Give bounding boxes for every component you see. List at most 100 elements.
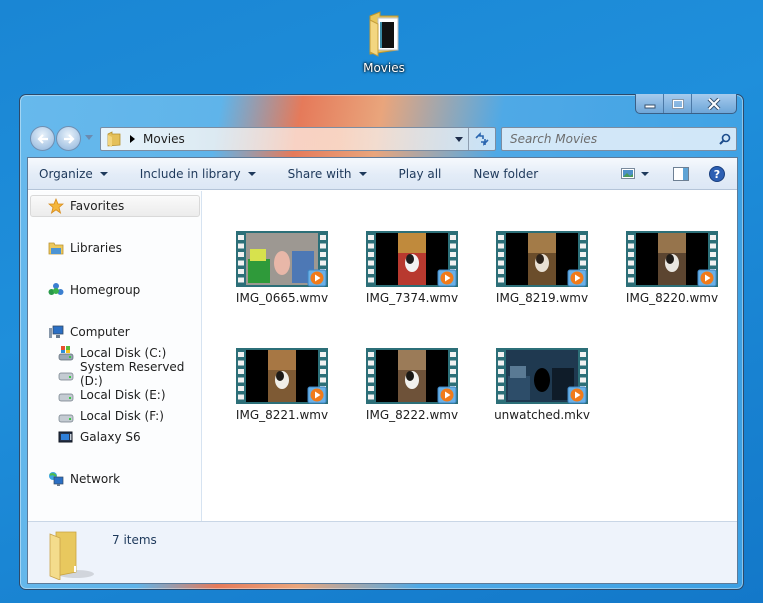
nav-item-local-disk-e[interactable]: Local Disk (E:): [58, 385, 166, 405]
file-list: IMG_0665.wmv IMG_7374.wmv IMG_8219.wmv I…: [202, 191, 737, 522]
chevron-down-icon: [358, 171, 367, 176]
film-perforation: [710, 235, 716, 240]
minimize-icon: [644, 104, 655, 108]
video-thumbnail: [496, 348, 588, 404]
film-perforation: [450, 243, 456, 249]
file-item[interactable]: IMG_8220.wmv: [616, 231, 728, 305]
organize-label: Organize: [39, 166, 93, 181]
film-perforation: [320, 360, 326, 366]
film-perforation: [450, 235, 456, 240]
nav-label: Libraries: [70, 241, 122, 255]
svg-text:?: ?: [714, 168, 720, 181]
refresh-button[interactable]: [469, 128, 495, 150]
film-perforation: [368, 235, 374, 240]
film-perforation: [320, 369, 326, 374]
organize-menu[interactable]: Organize: [39, 167, 108, 181]
back-button[interactable]: [30, 126, 55, 151]
film-perforation: [368, 369, 374, 374]
film-perforation: [368, 260, 374, 266]
new-folder-button[interactable]: New folder: [473, 167, 538, 181]
film-perforation: [580, 369, 586, 374]
recent-pages-dropdown[interactable]: [85, 135, 93, 141]
drive-icon: [58, 366, 74, 382]
nav-item-computer[interactable]: Computer: [48, 322, 130, 342]
search-icon[interactable]: [714, 133, 736, 145]
nav-label: Network: [70, 472, 121, 486]
video-thumbnail: [626, 231, 718, 287]
nav-item-libraries[interactable]: Libraries: [48, 238, 122, 258]
play-all-button[interactable]: Play all: [399, 167, 442, 181]
film-perforation: [238, 369, 244, 374]
details-pane: 7 items: [28, 521, 737, 583]
video-scene-detail: [276, 371, 284, 381]
film-perforation: [710, 243, 716, 249]
file-item[interactable]: IMG_8221.wmv: [226, 348, 338, 422]
nav-item-network[interactable]: Network: [48, 469, 120, 489]
film-perforation: [580, 377, 586, 383]
film-perforation: [368, 269, 374, 274]
address-dropdown-button[interactable]: [449, 128, 469, 150]
portable-device-icon: [58, 429, 74, 445]
views-icon: [621, 168, 635, 179]
video-scene-detail: [534, 368, 550, 392]
computer-icon: [48, 324, 64, 340]
file-item[interactable]: IMG_0665.wmv: [226, 231, 338, 305]
share-with-menu[interactable]: Share with: [288, 167, 367, 181]
minimize-button[interactable]: [636, 94, 664, 113]
nav-item-system-reserved-d[interactable]: System Reserved (D:): [58, 360, 201, 388]
back-arrow-icon: [36, 133, 48, 144]
film-perforation: [450, 360, 456, 366]
search-box: [501, 127, 737, 151]
file-item[interactable]: IMG_8219.wmv: [486, 231, 598, 305]
star-icon: [48, 198, 64, 214]
film-perforation: [368, 252, 374, 257]
breadcrumb-separator-icon[interactable]: [130, 135, 135, 143]
film-perforation: [498, 243, 504, 249]
drive-icon: [58, 387, 74, 403]
file-item[interactable]: IMG_7374.wmv: [356, 231, 468, 305]
nav-item-local-disk-f[interactable]: Local Disk (F:): [58, 406, 164, 426]
homegroup-icon: [48, 282, 64, 298]
video-thumbnail: [366, 348, 458, 404]
nav-label: Favorites: [70, 199, 125, 213]
film-perforation: [628, 269, 634, 274]
desktop-icon-movies[interactable]: Movies: [356, 10, 412, 75]
explorer-window: Movies Organize I: [19, 94, 744, 590]
nav-item-favorites[interactable]: Favorites: [48, 196, 124, 216]
nav-label: Computer: [70, 325, 130, 339]
file-item[interactable]: unwatched.mkv: [486, 348, 598, 422]
video-scene-detail: [406, 254, 414, 264]
breadcrumb-movies[interactable]: Movies: [143, 132, 185, 146]
main-area: Favorites Libraries Homegroup Computer L…: [28, 191, 737, 522]
nav-label: Homegroup: [70, 283, 141, 297]
nav-label: Local Disk (E:): [80, 388, 166, 402]
preview-pane-button[interactable]: [673, 166, 689, 181]
file-item[interactable]: IMG_8222.wmv: [356, 348, 468, 422]
maximize-button[interactable]: [664, 94, 692, 113]
close-button[interactable]: [692, 94, 736, 113]
film-perforation: [498, 277, 504, 283]
change-view-button[interactable]: [621, 168, 635, 179]
forward-arrow-icon: [63, 133, 75, 144]
film-perforation: [320, 352, 326, 357]
film-perforation: [320, 243, 326, 249]
address-bar[interactable]: Movies: [100, 127, 496, 151]
search-input[interactable]: [510, 132, 714, 146]
forward-button[interactable]: [56, 126, 81, 151]
help-button[interactable]: ?: [709, 165, 725, 182]
nav-item-galaxy-s6[interactable]: Galaxy S6: [58, 427, 141, 447]
film-perforation: [580, 360, 586, 366]
nav-item-homegroup[interactable]: Homegroup: [48, 280, 140, 300]
play-all-label: Play all: [398, 166, 442, 181]
film-perforation: [320, 260, 326, 266]
file-name: unwatched.mkv: [494, 408, 590, 422]
network-icon: [48, 471, 64, 487]
film-perforation: [498, 252, 504, 257]
nav-label: Galaxy S6: [80, 430, 141, 444]
include-in-library-label: Include in library: [139, 166, 241, 181]
include-in-library-menu[interactable]: Include in library: [140, 167, 256, 181]
film-perforation: [710, 252, 716, 257]
command-bar: Organize Include in library Share with P…: [28, 158, 737, 190]
views-dropdown-button[interactable]: [641, 171, 649, 176]
film-perforation: [580, 235, 586, 240]
